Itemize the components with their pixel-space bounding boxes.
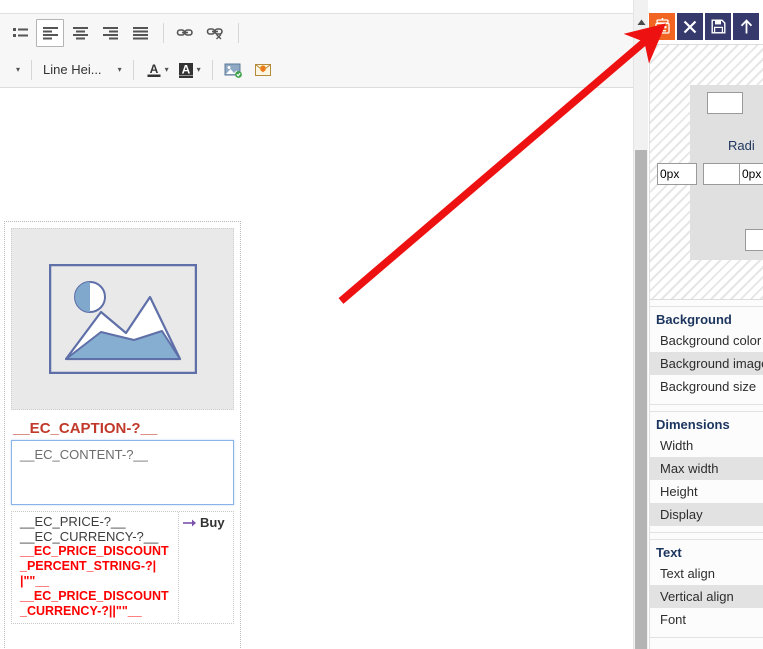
border-radius-input[interactable] [707,92,743,114]
line-height-dropdown[interactable]: Line Hei... ▾ [39,57,126,83]
editor-canvas[interactable]: __EC_CAPTION-?__ __EC_CONTENT-?__ __EC_P… [0,88,633,649]
triangle-up-icon [637,19,645,25]
margin-bottom-input[interactable] [745,229,763,251]
align-right-icon[interactable] [96,19,124,47]
toolbar-separator [238,22,239,43]
background-color-icon: A [178,62,193,78]
product-price-row: __EC_PRICE-?__ __EC_CURRENCY-?__ __EC_PR… [11,511,234,624]
padding-center-input[interactable] [703,163,741,185]
align-center-icon[interactable] [66,19,94,47]
toolbar-separator [132,59,134,80]
save-button[interactable] [705,13,731,40]
arrow-up-icon [740,18,752,33]
bullet-list-icon[interactable] [6,19,34,47]
prop-display[interactable]: Display [650,503,763,526]
code-view-button[interactable] [649,13,675,40]
insert-image-icon[interactable] [220,56,248,84]
chevron-down-icon: ▾ [16,64,21,74]
toolbar-separator [163,22,164,43]
window-button-bar [649,13,763,44]
robot-icon [654,18,670,34]
buy-column[interactable]: Buy [178,512,233,623]
svg-text:A: A [181,62,190,76]
toolbar-separator [31,59,33,80]
margin-left-input[interactable] [657,163,697,185]
scroll-up-button[interactable] [634,14,648,31]
properties-panel: Radi Background Background color Backgro… [649,44,763,649]
chevron-down-icon: ▾ [164,64,169,74]
prop-max-width[interactable]: Max width [650,457,763,480]
product-caption[interactable]: __EC_CAPTION-?__ [5,416,240,439]
text-color-button[interactable]: A ▾ [141,57,173,83]
style-dropdown[interactable]: ▾ [10,57,24,83]
buy-button[interactable]: Buy [183,515,231,530]
scrollbar-thumb[interactable] [635,150,647,649]
toolbar-row-1 [0,14,633,51]
image-placeholder-icon [48,264,197,374]
prop-width[interactable]: Width [650,434,763,457]
prop-background-size[interactable]: Background size [650,375,763,398]
group-dimensions: Dimensions Width Max width Height Displa… [650,411,763,533]
group-background: Background Background color Background i… [650,306,763,405]
border-radius-label: Radi [728,138,755,153]
insert-media-icon[interactable] [250,56,278,84]
svg-text:A: A [149,62,158,76]
prop-text-align[interactable]: Text align [650,562,763,585]
box-model-editor[interactable]: Radi [650,44,763,300]
toolbar-separator [211,59,213,80]
background-color-button[interactable]: A ▾ [173,57,205,83]
product-image-cell[interactable] [11,228,234,410]
buy-label: Buy [200,515,225,530]
close-button[interactable] [677,13,703,40]
product-currency: __EC_CURRENCY-?__ [20,529,159,544]
arrow-right-icon [183,519,196,526]
editor-pane: ▾ Line Hei... ▾ A ▾ A ▾ __EC_CAPTION-?__… [0,0,633,649]
prop-background-color[interactable]: Background color [650,329,763,352]
text-color-icon: A [147,62,161,77]
prop-font[interactable]: Font [650,608,763,631]
app-root: ▾ Line Hei... ▾ A ▾ A ▾ __EC_CAPTION-?__… [0,0,763,649]
toolbar-row-2: ▾ Line Hei... ▾ A ▾ A ▾ [0,51,633,88]
product-content-editor[interactable]: __EC_CONTENT-?__ [11,440,234,505]
group-title-dimensions: Dimensions [656,417,730,432]
product-price: __EC_PRICE-?__ [20,514,126,529]
upload-button[interactable] [733,13,759,40]
align-left-icon[interactable] [36,18,64,47]
product-discount-currency: __EC_PRICE_DISCOUNT_CURRENCY-?||""__ [20,589,169,618]
align-justify-icon[interactable] [126,19,154,47]
margin-right-input[interactable] [739,163,763,185]
product-discount-percent: __EC_PRICE_DISCOUNT_PERCENT_STRING-?||""… [20,544,169,588]
group-text: Text Text align Vertical align Font [650,539,763,638]
prop-vertical-align[interactable]: Vertical align [650,585,763,608]
link-icon[interactable] [171,19,199,47]
product-card[interactable]: __EC_CAPTION-?__ __EC_CONTENT-?__ __EC_P… [4,221,241,649]
close-icon [683,20,697,33]
prop-height[interactable]: Height [650,480,763,503]
unlink-icon[interactable] [201,19,229,47]
save-icon [711,19,725,34]
group-title-background: Background [656,312,732,327]
editor-vertical-scrollbar[interactable] [633,0,648,649]
chevron-down-icon: ▾ [196,64,201,74]
line-height-label: Line Hei... [43,62,102,77]
group-title-text: Text [656,545,682,560]
prop-background-image[interactable]: Background image [650,352,763,375]
price-column[interactable]: __EC_PRICE-?__ __EC_CURRENCY-?__ __EC_PR… [12,512,178,623]
chevron-down-icon: ▾ [117,64,122,74]
editor-toolbar: ▾ Line Hei... ▾ A ▾ A ▾ [0,13,633,88]
